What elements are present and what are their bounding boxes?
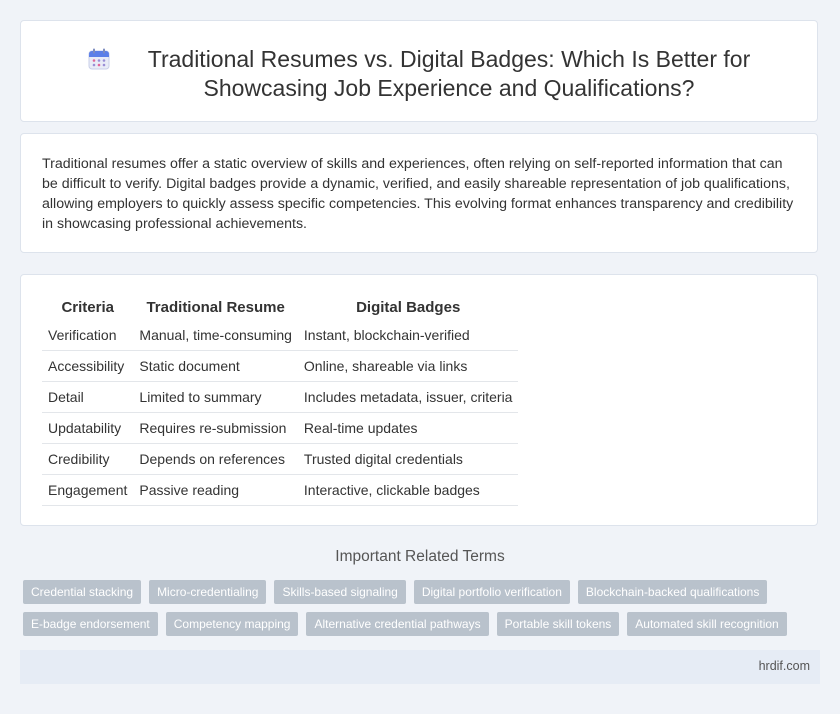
page-title: Traditional Resumes vs. Digital Badges: …: [147, 46, 751, 101]
related-term-tag[interactable]: E-badge endorsement: [23, 612, 158, 636]
intro-card: Traditional resumes offer a static overv…: [20, 133, 818, 253]
related-term-tag[interactable]: Digital portfolio verification: [413, 580, 570, 604]
table-cell: Online, shareable via links: [297, 350, 519, 382]
table-header-row: Criteria Traditional Resume Digital Badg…: [42, 296, 518, 320]
related-term-tag[interactable]: Blockchain-backed qualifications: [577, 580, 768, 604]
tag-row: Credential stacking Micro-credentialing …: [23, 580, 813, 604]
footer: hrdif.com: [20, 650, 820, 684]
table-row: Engagement Passive reading Interactive, …: [42, 474, 519, 506]
table-row: Accessibility Static document Online, sh…: [42, 350, 519, 382]
related-term-tag[interactable]: Automated skill recognition: [627, 612, 787, 636]
table-cell: Updatability: [42, 412, 134, 444]
column-header: Criteria: [61, 299, 114, 316]
table-cell: Real-time updates: [297, 412, 519, 444]
table-cell: Engagement: [42, 474, 134, 506]
related-term-tag[interactable]: Micro-credentialing: [149, 580, 267, 604]
table-cell: Instant, blockchain-verified: [297, 320, 519, 351]
table-row: Credibility Depends on references Truste…: [42, 443, 519, 475]
column-header: Traditional Resume: [146, 299, 285, 316]
table-row: Updatability Requires re-submission Real…: [42, 412, 519, 444]
site-link[interactable]: hrdif.com: [759, 659, 810, 673]
related-term-tag[interactable]: Competency mapping: [165, 612, 299, 636]
related-term-tag[interactable]: Alternative credential pathways: [306, 612, 489, 636]
table-cell: Depends on references: [133, 443, 298, 475]
table-cell: Requires re-submission: [133, 412, 298, 444]
table-cell: Static document: [133, 350, 298, 382]
comparison-table: Criteria Traditional Resume Digital Badg…: [42, 296, 519, 506]
table-row: Detail Limited to summary Includes metad…: [42, 381, 519, 413]
related-term-tag[interactable]: Skills-based signaling: [274, 580, 406, 604]
comparison-card: Criteria Traditional Resume Digital Badg…: [20, 274, 818, 526]
tag-row: E-badge endorsement Competency mapping A…: [23, 612, 813, 636]
related-terms-tags: Credential stacking Micro-credentialing …: [23, 580, 813, 644]
table-cell: Detail: [42, 381, 134, 413]
related-term-tag[interactable]: Credential stacking: [23, 580, 142, 604]
table-cell: Accessibility: [42, 350, 134, 382]
table-cell: Trusted digital credentials: [297, 443, 519, 475]
related-term-tag[interactable]: Portable skill tokens: [496, 612, 620, 636]
table-cell: Manual, time-consuming: [133, 320, 298, 351]
related-terms-heading: Important Related Terms: [335, 548, 505, 565]
table-cell: Interactive, clickable badges: [297, 474, 519, 506]
calendar-icon: [88, 48, 110, 70]
table-row: Verification Manual, time-consuming Inst…: [42, 320, 519, 351]
intro-paragraph: Traditional resumes offer a static overv…: [42, 156, 794, 232]
title-card: Traditional Resumes vs. Digital Badges: …: [20, 20, 818, 122]
table-cell: Verification: [42, 320, 134, 351]
table-cell: Passive reading: [133, 474, 298, 506]
table-cell: Credibility: [42, 443, 134, 475]
table-cell: Limited to summary: [133, 381, 298, 413]
column-header: Digital Badges: [356, 299, 461, 316]
table-cell: Includes metadata, issuer, criteria: [297, 381, 519, 413]
